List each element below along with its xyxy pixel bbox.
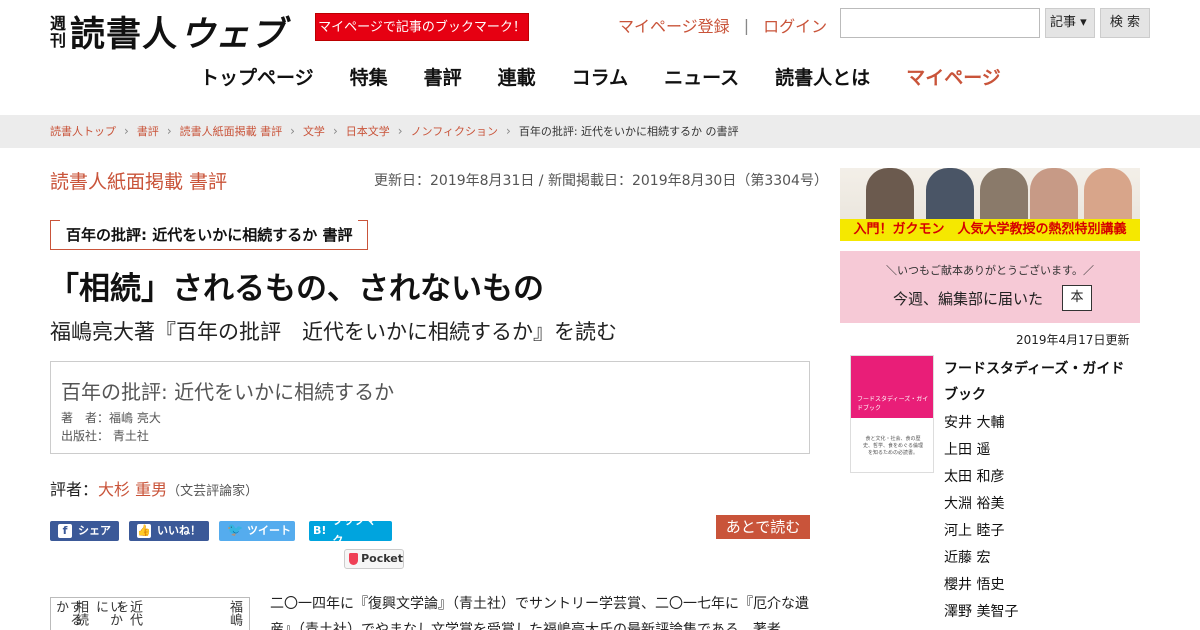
account-links: マイページ登録 | ログイン — [618, 13, 827, 37]
author-name: 太田 和彦 — [944, 469, 1005, 485]
lecturer-photo — [926, 168, 974, 226]
reviewer-name[interactable]: 大杉 重男 — [98, 480, 167, 499]
search-button[interactable]: 検 索 — [1100, 8, 1150, 38]
nav-reviews[interactable]: 書評 — [424, 63, 462, 90]
logo-weekly: 週 刊 — [50, 15, 66, 49]
read-later-button[interactable]: あとで読む — [716, 515, 810, 539]
site-header: 週 刊 読書人 ウェブ マイページで記事のブックマーク！ マイページ登録 | ロ… — [0, 0, 1200, 115]
register-link[interactable]: マイページ登録 — [618, 13, 730, 37]
breadcrumb-item[interactable]: 書評 — [137, 115, 159, 148]
author-name: 大淵 裕美 — [944, 496, 1005, 512]
breadcrumb-item[interactable]: 読書人トップ — [50, 115, 116, 148]
facebook-icon: f — [58, 524, 72, 538]
author-name: 近藤 宏 — [944, 550, 991, 566]
pocket-button[interactable]: Pocket — [344, 549, 404, 569]
nav-mypage[interactable]: マイページ — [906, 63, 1001, 90]
chevron-right-icon: › — [124, 124, 129, 138]
lecturer-photo — [1084, 168, 1132, 226]
nav-about[interactable]: 読書人とは — [775, 63, 870, 90]
chevron-right-icon: › — [290, 124, 295, 138]
twitter-tweet-button[interactable]: 🐦 ツイート — [219, 521, 295, 541]
thumbs-up-icon: 👍 — [137, 524, 151, 538]
gakumon-banner[interactable]: 入門！ガクモン 人気大学教授の熱烈特別講義 — [840, 168, 1140, 241]
book-cover-text: 食と文化・社会、食の歴史、哲学、食をめぐる倫理を知るための必読書。 — [863, 436, 923, 456]
author-name: 澤野 美智子 — [944, 604, 1019, 620]
article-body: 二〇一四年に『復興文学論』（青土社）でサントリー学芸賞、二〇一七年に『厄介な遺産… — [270, 596, 809, 630]
book-review-tag: 百年の批評: 近代をいかに相続するか 書評 — [50, 220, 369, 250]
book-cover-title: フードスタディーズ・ガイドブック — [857, 396, 929, 412]
search-input[interactable] — [840, 8, 1040, 38]
breadcrumb-item[interactable]: 日本文学 — [346, 115, 390, 148]
breadcrumb-item[interactable]: ノンフィクション — [411, 115, 498, 148]
site-logo[interactable]: 週 刊 読書人 ウェブ — [50, 6, 285, 57]
logo-weekly-top: 週 — [50, 13, 67, 33]
main-nav: トップページ 特集 書評 連載 コラム ニュース 読書人とは マイページ — [200, 63, 1001, 90]
nav-top[interactable]: トップページ — [200, 63, 314, 90]
sidebar-updated-date: 2019年4月17日更新 — [1016, 333, 1130, 347]
chevron-right-icon: › — [397, 124, 403, 138]
breadcrumb: 読書人トップ › 書評 › 読書人紙面掲載 書評 › 文学 › 日本文学 › ノンフィクシ… — [0, 115, 1200, 148]
vertical-text: いかに — [93, 600, 122, 626]
author-name: 河上 睦子 — [944, 523, 1005, 539]
sidebar-book-title[interactable]: フードスタディーズ・ガイドブック — [944, 356, 1134, 408]
author-name: 上田 遥 — [944, 442, 991, 458]
facebook-share-label: シェア — [78, 524, 111, 537]
reviewer: 評者：大杉 重男（文芸評論家） — [50, 476, 258, 500]
section-label[interactable]: 読書人紙面掲載 書評 — [50, 167, 227, 194]
author-name: 櫻井 悟史 — [944, 577, 1005, 593]
breadcrumb-item[interactable]: 文学 — [303, 115, 325, 148]
facebook-share-button[interactable]: f シェア — [50, 521, 119, 541]
logo-weekly-bottom: 刊 — [50, 30, 67, 50]
book-author: 著 者：福嶋 亮大 — [61, 411, 161, 425]
search-category-select[interactable]: 記事 ▾ — [1045, 8, 1095, 38]
article-headline: 「相続」されるもの、されないもの — [48, 271, 544, 307]
mypage-bookmark-promo[interactable]: マイページで記事のブックマーク！ — [315, 13, 529, 41]
logo-main: 読書人 — [70, 15, 179, 55]
sidebar-book-authors: 安井 大輔 上田 遥 太田 和彦 大淵 裕美 河上 睦子 近藤 宏 櫻井 悟史 … — [944, 410, 1018, 626]
received-books-caption: ＼いつもご献本ありがとうございます。／ — [886, 264, 1094, 277]
twitter-bird-icon: 🐦 — [227, 523, 244, 538]
gakumon-banner-text: 入門！ガクモン 人気大学教授の熱烈特別講義 — [840, 219, 1140, 241]
book-info-box[interactable]: 百年の批評: 近代をいかに相続するか 著 者：福嶋 亮大 出版社： 青土社 — [50, 361, 810, 454]
nav-columns[interactable]: コラム — [572, 63, 628, 90]
pocket-label: Pocket — [361, 552, 403, 565]
article-subhead: 福嶋亮大著『百年の批評 近代をいかに相続するか』を読む — [50, 320, 617, 344]
chevron-right-icon: › — [506, 124, 511, 138]
facebook-like-button[interactable]: 👍 いいね！ — [129, 521, 209, 541]
tweet-label: ツイート — [247, 524, 291, 537]
lecturer-photo — [980, 168, 1028, 226]
author-name: 安井 大輔 — [944, 415, 1005, 431]
article-dates: 更新日：2019年8月31日 / 新聞掲載日：2019年8月30日（第3304号… — [374, 173, 828, 189]
nav-series[interactable]: 連載 — [498, 63, 536, 90]
breadcrumb-current: 百年の批評: 近代をいかに相続するか の書評 — [518, 125, 739, 138]
login-link[interactable]: ログイン — [763, 13, 827, 37]
lecturer-photo — [1030, 168, 1078, 226]
vertical-title-box: 福嶋 近代を いかに 相続 するか — [50, 597, 250, 630]
book-publisher: 出版社： 青土社 — [61, 429, 149, 443]
received-books-banner[interactable]: ＼いつもご献本ありがとうございます。／ 今週、編集部に届いた 本 — [840, 251, 1140, 323]
received-books-title: 今週、編集部に届いた — [893, 290, 1044, 308]
reviewer-label: 評者： — [50, 480, 99, 499]
logo-web: ウェブ — [180, 15, 286, 55]
pocket-icon — [349, 553, 359, 565]
book-icon: 本 — [1062, 285, 1092, 311]
hatena-icon: B! — [313, 524, 327, 537]
hatena-bookmark-button[interactable]: B! ブックマーク — [309, 514, 392, 547]
hatena-label: ブックマーク — [332, 514, 388, 547]
vertical-text: 福嶋 — [227, 600, 242, 626]
breadcrumb-item[interactable]: 読書人紙面掲載 書評 — [180, 115, 283, 148]
link-separator: | — [743, 15, 750, 35]
nav-news[interactable]: ニュース — [664, 63, 739, 90]
chevron-right-icon: › — [166, 124, 172, 138]
lecturer-photo — [866, 168, 914, 226]
book-cover-image[interactable]: フードスタディーズ・ガイドブック 食と文化・社会、食の歴史、哲学、食をめぐる倫理… — [850, 355, 934, 473]
vertical-text: するか — [53, 600, 82, 626]
book-title: 百年の批評: 近代をいかに相続するか — [61, 380, 395, 404]
reviewer-role: （文芸評論家） — [167, 484, 259, 499]
like-label: いいね！ — [157, 524, 201, 537]
chevron-right-icon: › — [332, 124, 338, 138]
nav-features[interactable]: 特集 — [350, 63, 388, 90]
